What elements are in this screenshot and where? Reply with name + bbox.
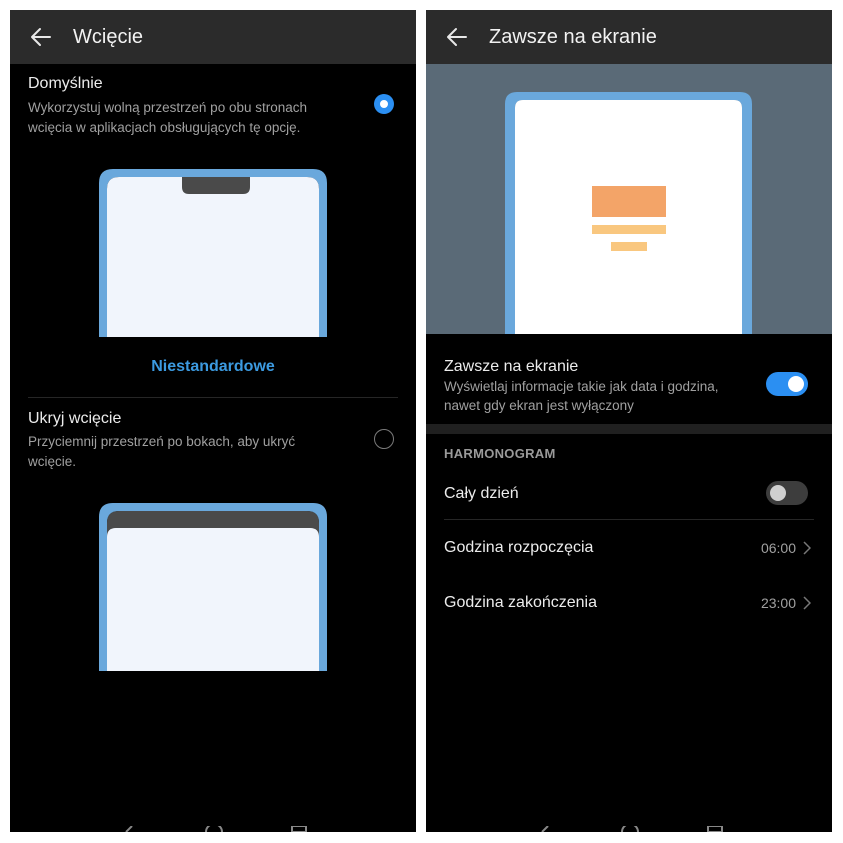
arrow-left-icon[interactable] <box>30 26 52 48</box>
end-time-value[interactable]: 23:00 <box>744 593 796 613</box>
all-day-toggle[interactable] <box>766 481 808 505</box>
custom-link[interactable]: Niestandardowe <box>10 358 416 376</box>
divider <box>444 519 814 520</box>
option-default-desc-line1: Wykorzystuj wolną przestrzeń po obu stro… <box>28 100 308 115</box>
hidden-notch-phone-illustration <box>99 503 327 671</box>
aod-desc-line2: nawet gdy ekran jest wyłączony <box>444 398 634 413</box>
arrow-left-icon[interactable] <box>446 26 468 48</box>
app-bar: Wcięcie <box>10 10 416 64</box>
nav-bar <box>125 826 307 832</box>
option-hide-desc-line1: Przyciemnij przestrzeń po bokach, aby uk… <box>28 434 296 449</box>
aod-desc-line1: Wyświetlaj informacje takie jak data i g… <box>444 379 719 394</box>
nav-bar <box>541 826 723 832</box>
toggle-knob <box>770 485 786 501</box>
start-time-label[interactable]: Godzina rozpoczęcia <box>444 538 593 558</box>
chevron-right-icon <box>803 541 811 555</box>
option-hide-title[interactable]: Ukryj wcięcie <box>28 409 121 429</box>
notch-settings-screen: Wcięcie Domyślnie Wykorzystuj wolną prze… <box>10 10 416 832</box>
always-on-display-screen: Zawsze na ekranie Zawsze na ekranie Wyśw… <box>426 10 832 832</box>
aod-preview-illustration <box>426 64 832 334</box>
divider <box>28 397 398 398</box>
notch-phone-illustration <box>99 169 327 337</box>
end-time-label[interactable]: Godzina zakończenia <box>444 593 597 613</box>
all-day-label[interactable]: Cały dzień <box>444 484 519 504</box>
option-hide-desc-line2: wcięcie. <box>28 454 77 469</box>
option-default-radio[interactable] <box>374 94 394 114</box>
start-time-value[interactable]: 06:00 <box>744 538 796 558</box>
schedule-section-title: HARMONOGRAM <box>444 446 556 461</box>
option-default-desc-line2: wcięcia w aplikacjach obsługujących tę o… <box>28 120 301 135</box>
option-hide-radio[interactable] <box>374 429 394 449</box>
app-bar: Zawsze na ekranie <box>426 10 832 64</box>
page-title: Wcięcie <box>73 26 144 48</box>
section-separator <box>426 424 832 434</box>
page-title: Zawsze na ekranie <box>489 26 657 48</box>
aod-toggle[interactable] <box>766 372 808 396</box>
chevron-right-icon <box>803 596 811 610</box>
toggle-knob <box>788 376 804 392</box>
aod-title: Zawsze na ekranie <box>444 358 579 375</box>
option-default-title[interactable]: Domyślnie <box>28 74 103 94</box>
